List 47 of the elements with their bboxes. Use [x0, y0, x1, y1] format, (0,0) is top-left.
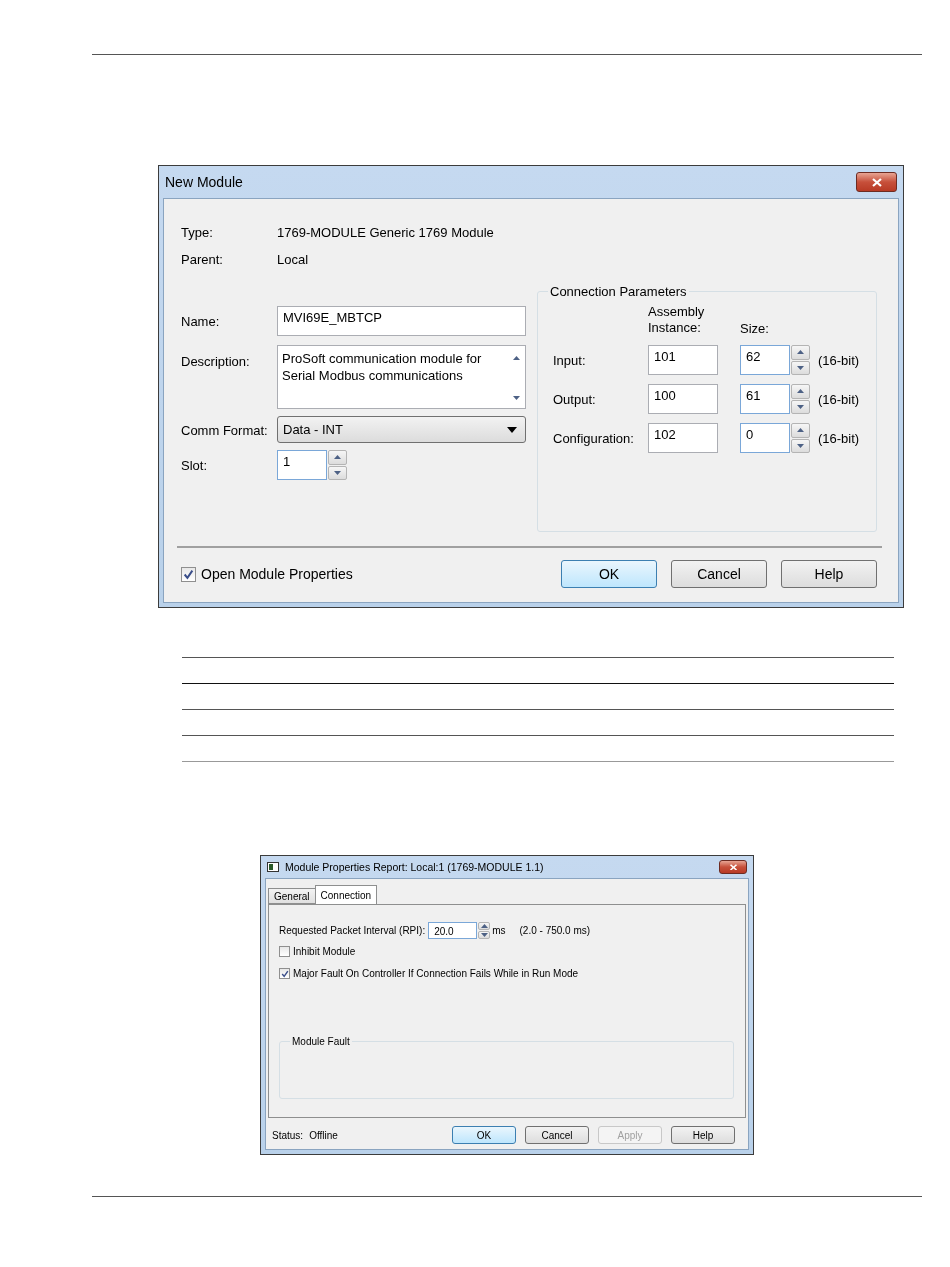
slot-label: Slot:: [181, 458, 207, 473]
rpi-unit: ms: [492, 925, 506, 936]
type-value: 1769-MODULE Generic 1769 Module: [277, 224, 494, 240]
tab[interactable]: General: [268, 888, 316, 904]
status-value: Offline: [309, 1129, 338, 1141]
unit-label: (16-bit): [818, 352, 860, 368]
unit-label: (16-bit): [818, 391, 860, 407]
window-title: Module Properties Report: Local:1 (1769-MODULE 1.1): [285, 861, 545, 873]
parameter-label: Input:: [553, 353, 586, 368]
dialog-button[interactable]: OK: [561, 560, 657, 588]
spinner-field[interactable]: 61: [740, 384, 790, 414]
tab[interactable]: Connection: [314, 885, 378, 904]
comm-format-dropdown[interactable]: Data - INT: [277, 416, 526, 443]
comm-format-label: Comm Format:: [181, 422, 268, 438]
parameter-label: Output:: [553, 392, 596, 407]
instance-field[interactable]: 102: [648, 423, 718, 453]
parent-label: Parent:: [181, 252, 223, 267]
instance-field[interactable]: 100: [648, 384, 718, 414]
dialog-button[interactable]: Cancel: [671, 560, 767, 588]
checkbox-label: Inhibit Module: [293, 946, 356, 957]
group-title: Module Fault: [290, 1036, 352, 1047]
description-label: Description:: [181, 354, 250, 369]
name-field[interactable]: MVI69E_MBTCP: [277, 306, 526, 336]
name-label: Name:: [181, 314, 220, 329]
spinner-field[interactable]: 0: [740, 423, 790, 453]
spinner-field[interactable]: 20.0: [428, 922, 478, 939]
rpi-label: Requested Packet Interval (RPI):: [279, 925, 426, 936]
column-header: Assembly Instance:: [648, 304, 706, 336]
window-title: New Module: [165, 174, 244, 190]
column-header: Size:: [740, 321, 769, 336]
type-label: Type:: [181, 225, 213, 240]
parameter-label: Configuration:: [553, 431, 634, 446]
dialog-button[interactable]: Help: [671, 1126, 735, 1144]
description-field[interactable]: ProSoft communication module for Serial Modbus communications: [277, 345, 526, 409]
dialog-button[interactable]: Help: [781, 560, 877, 588]
spinner-field[interactable]: 62: [740, 345, 790, 375]
checkbox-label: Open Module Properties: [201, 566, 353, 582]
unit-label: (16-bit): [818, 430, 860, 446]
instance-field[interactable]: 101: [648, 345, 718, 375]
dialog-button[interactable]: OK: [452, 1126, 516, 1144]
description-text: ProSoft communication module for Serial Modbus communications: [282, 350, 483, 385]
spinner-field[interactable]: 1: [277, 450, 327, 480]
status-label: Status:: [272, 1129, 304, 1141]
dialog-button[interactable]: Cancel: [525, 1126, 589, 1144]
rpi-range: (2.0 - 750.0 ms): [519, 925, 591, 936]
parent-value: Local: [277, 251, 309, 267]
checkbox-label: Major Fault On Controller If Connection Fails While in Run Mode: [293, 968, 579, 979]
